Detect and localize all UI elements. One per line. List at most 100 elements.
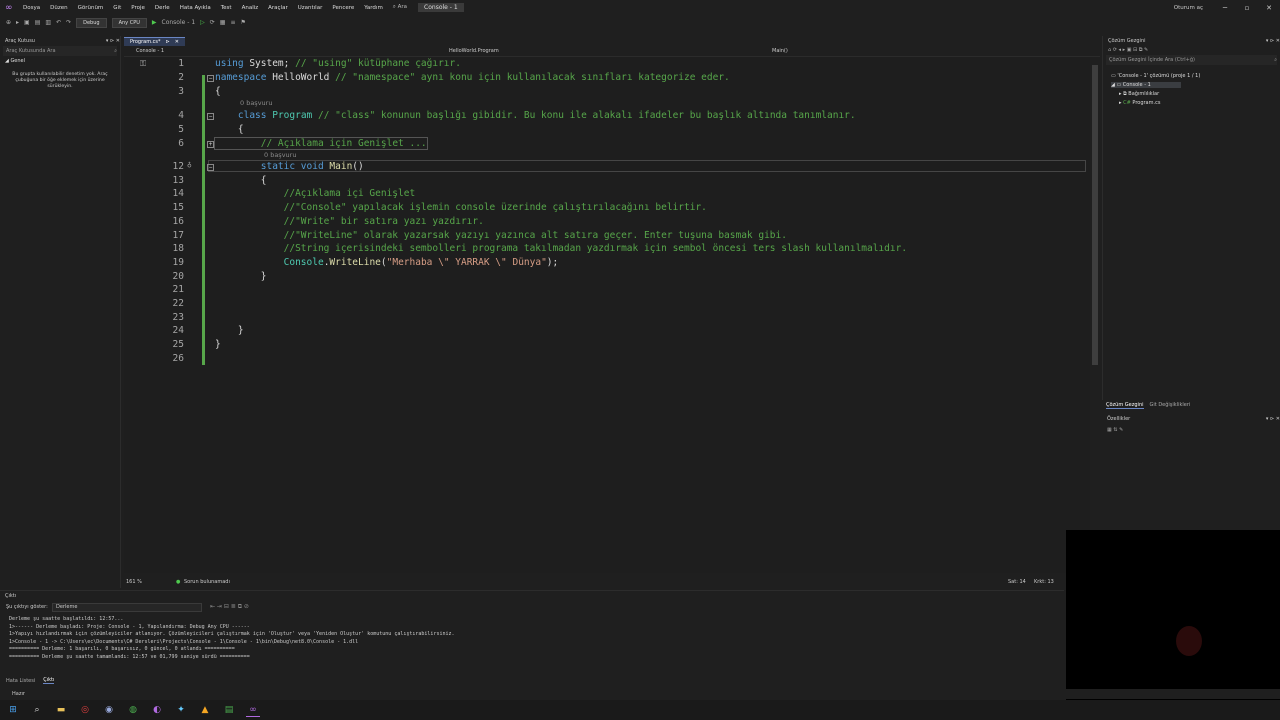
save-all-icon[interactable]: ▥ <box>45 19 51 26</box>
code-token: //"WriteLine" olarak yazarsak yazıyı yaz… <box>283 230 787 241</box>
menu-project[interactable]: Proje <box>126 5 150 11</box>
output-toolbar-icons[interactable]: ⇤ ⇥ ⊟ ≣ ⧉ ⊘ <box>210 603 249 611</box>
tab-program-cs[interactable]: Program.cs* ⊳ ✕ <box>124 37 185 46</box>
menu-tools[interactable]: Araçlar <box>263 5 293 11</box>
configuration-select[interactable]: Debug <box>76 17 107 28</box>
steam-icon[interactable]: ◉ <box>102 703 116 717</box>
solution-toolbar-icons[interactable]: ⌂ ⟳ ◂ ▸ ▣ ⊟ ⧉ ✎ <box>1108 47 1148 53</box>
toolbox-search-input[interactable]: Araç Kutusunda Ara ⌕ <box>3 46 117 56</box>
comment-icon[interactable]: ≡ <box>230 19 235 26</box>
visual-studio-taskbar-icon[interactable]: ∞ <box>246 703 260 717</box>
hot-reload-icon[interactable]: ⟳ <box>210 19 215 26</box>
toolbox-search-placeholder: Araç Kutusunda Ara <box>6 48 56 54</box>
editor-status-strip: 161 % ● Sorun bulunamadı Sat: 14 Krkt: 1… <box>124 577 1090 587</box>
start-without-debug-icon[interactable]: ▷ <box>200 19 205 26</box>
undo-icon[interactable]: ↶ <box>56 19 61 26</box>
tab-output[interactable]: Çıktı <box>43 677 55 684</box>
maximize-icon[interactable]: ▫ <box>1236 4 1258 12</box>
save-icon[interactable]: ▤ <box>35 19 41 26</box>
app-icon[interactable]: ▲ <box>198 703 212 717</box>
webcam-overlay <box>1066 530 1280 700</box>
windows-start-icon[interactable]: ⊞ <box>6 703 20 717</box>
quick-actions-icon[interactable]: ⚿ <box>140 59 146 69</box>
close-icon[interactable]: ✕ <box>1258 4 1280 12</box>
chrome-icon[interactable]: ◍ <box>126 703 140 717</box>
csharp-file-icon: C# <box>1123 100 1133 106</box>
notepad-icon[interactable]: ▤ <box>222 703 236 717</box>
output-source-select[interactable]: Derleme <box>52 603 202 612</box>
reference-count[interactable]: 0 başvuru <box>264 151 296 159</box>
tab-error-list[interactable]: Hata Listesi <box>6 678 35 684</box>
menu-edit[interactable]: Düzen <box>45 5 72 11</box>
back-icon[interactable]: ⊕ <box>6 19 11 26</box>
redo-icon[interactable]: ↷ <box>66 19 71 26</box>
run-target-button[interactable]: Console - 1 <box>162 19 196 26</box>
bookmark-icon[interactable]: ⚑ <box>241 19 246 26</box>
tab-git-changes[interactable]: Git Değişiklikleri <box>1150 402 1191 408</box>
collapse-icon[interactable]: − <box>207 164 214 171</box>
editor-vertical-scrollbar[interactable] <box>1090 57 1100 379</box>
menu-debug[interactable]: Hata Ayıkla <box>175 5 216 11</box>
app-icon[interactable]: ✦ <box>174 703 188 717</box>
tree-dependencies[interactable]: ▸ ⧉ Bağımlılıklar <box>1119 91 1159 97</box>
code-token: () <box>352 161 364 172</box>
collapse-icon[interactable]: − <box>207 113 214 120</box>
menu-build[interactable]: Derle <box>150 5 175 11</box>
sign-in-link[interactable]: Oturum aç <box>1169 5 1208 11</box>
forward-icon[interactable]: ▸ <box>16 19 19 26</box>
search-label: Ara <box>397 4 408 10</box>
scroll-thumb[interactable] <box>1092 65 1098 365</box>
code-line: class Program // "class" konunun başlığı… <box>215 110 856 121</box>
line-number: 20 <box>172 271 184 282</box>
collapse-icon[interactable]: − <box>207 75 214 82</box>
file-explorer-icon[interactable]: ▬ <box>54 703 68 717</box>
menu-view[interactable]: Görünüm <box>73 5 109 11</box>
tab-label: Program.cs* <box>130 39 161 45</box>
search-icon[interactable]: ⌕ <box>30 703 44 717</box>
class-dropdown[interactable]: HelloWorld.Program <box>449 48 499 54</box>
line-number: 15 <box>172 202 184 213</box>
minimize-icon[interactable]: ─ <box>1214 4 1236 12</box>
properties-toolbar: ▦ ⇅ ✎ <box>1102 425 1280 434</box>
new-item-icon[interactable]: ▣ <box>24 19 30 26</box>
tree-solution-root[interactable]: ▭ 'Console - 1' çözümü (proje 1 / 1) <box>1111 73 1200 79</box>
menu-window[interactable]: Pencere <box>327 5 359 11</box>
panel-pin-icon[interactable]: ▾ ⊳ ✕ <box>1266 38 1280 44</box>
code-line: //Açıklama içi Genişlet <box>215 188 416 199</box>
layout-icon[interactable]: ▦ <box>220 19 226 26</box>
expand-icon[interactable]: + <box>207 141 214 148</box>
menu-test[interactable]: Test <box>216 5 237 11</box>
project-dropdown[interactable]: Console - 1 <box>136 48 164 54</box>
code-token: } <box>215 271 267 282</box>
menu-analyze[interactable]: Analiz <box>237 5 264 11</box>
code-editor[interactable]: 1 using System; // "using" kütüphane çağı… <box>124 57 1090 573</box>
code-line: //"Write" bir satıra yazı yazdırır. <box>215 216 484 227</box>
menu-file[interactable]: Dosya <box>18 5 45 11</box>
platform-select[interactable]: Any CPU <box>111 17 147 28</box>
solution-search-input[interactable]: Çözüm Gezgini İçinde Ara (Ctrl+ğ) ⌕ <box>1106 55 1277 65</box>
pin-icon[interactable]: ⊳ <box>166 39 170 45</box>
zoom-level[interactable]: 161 % <box>126 579 142 585</box>
start-debug-icon[interactable]: ▶ <box>152 19 157 26</box>
tree-program-cs[interactable]: ▸ C# Program.cs <box>1119 100 1160 106</box>
menu-extensions[interactable]: Uzantılar <box>293 5 328 11</box>
opera-icon[interactable]: ◎ <box>78 703 92 717</box>
menu-git[interactable]: Git <box>108 5 126 11</box>
properties-toolbar-icons[interactable]: ▦ ⇅ ✎ <box>1107 427 1123 433</box>
code-token: //Açıklama içi Genişlet <box>283 188 416 199</box>
panel-pin-icon[interactable]: ▾ ⊳ ✕ <box>106 38 120 44</box>
issues-status[interactable]: Sorun bulunamadı <box>184 579 230 585</box>
app-icon[interactable]: ◐ <box>150 703 164 717</box>
reference-count[interactable]: 0 başvuru <box>240 99 272 107</box>
menu-help[interactable]: Yardım <box>359 5 388 11</box>
solution-title-bar: Çözüm Gezgini ▾ ⊳ ✕ <box>1103 36 1280 45</box>
search-button[interactable]: ⌕ Ara <box>388 4 412 11</box>
output-title-bar: Çıktı <box>0 591 1064 600</box>
member-dropdown[interactable]: Main() <box>772 48 788 54</box>
tab-solution-explorer[interactable]: Çözüm Gezgini <box>1106 402 1144 409</box>
close-tab-icon[interactable]: ✕ <box>175 39 179 45</box>
tree-project[interactable]: ◢ ▭ Console - 1 <box>1111 82 1181 88</box>
panel-pin-icon[interactable]: ▾ ⊳ ✕ <box>1266 416 1280 422</box>
lightbulb-icon[interactable]: ♁ <box>187 160 192 169</box>
